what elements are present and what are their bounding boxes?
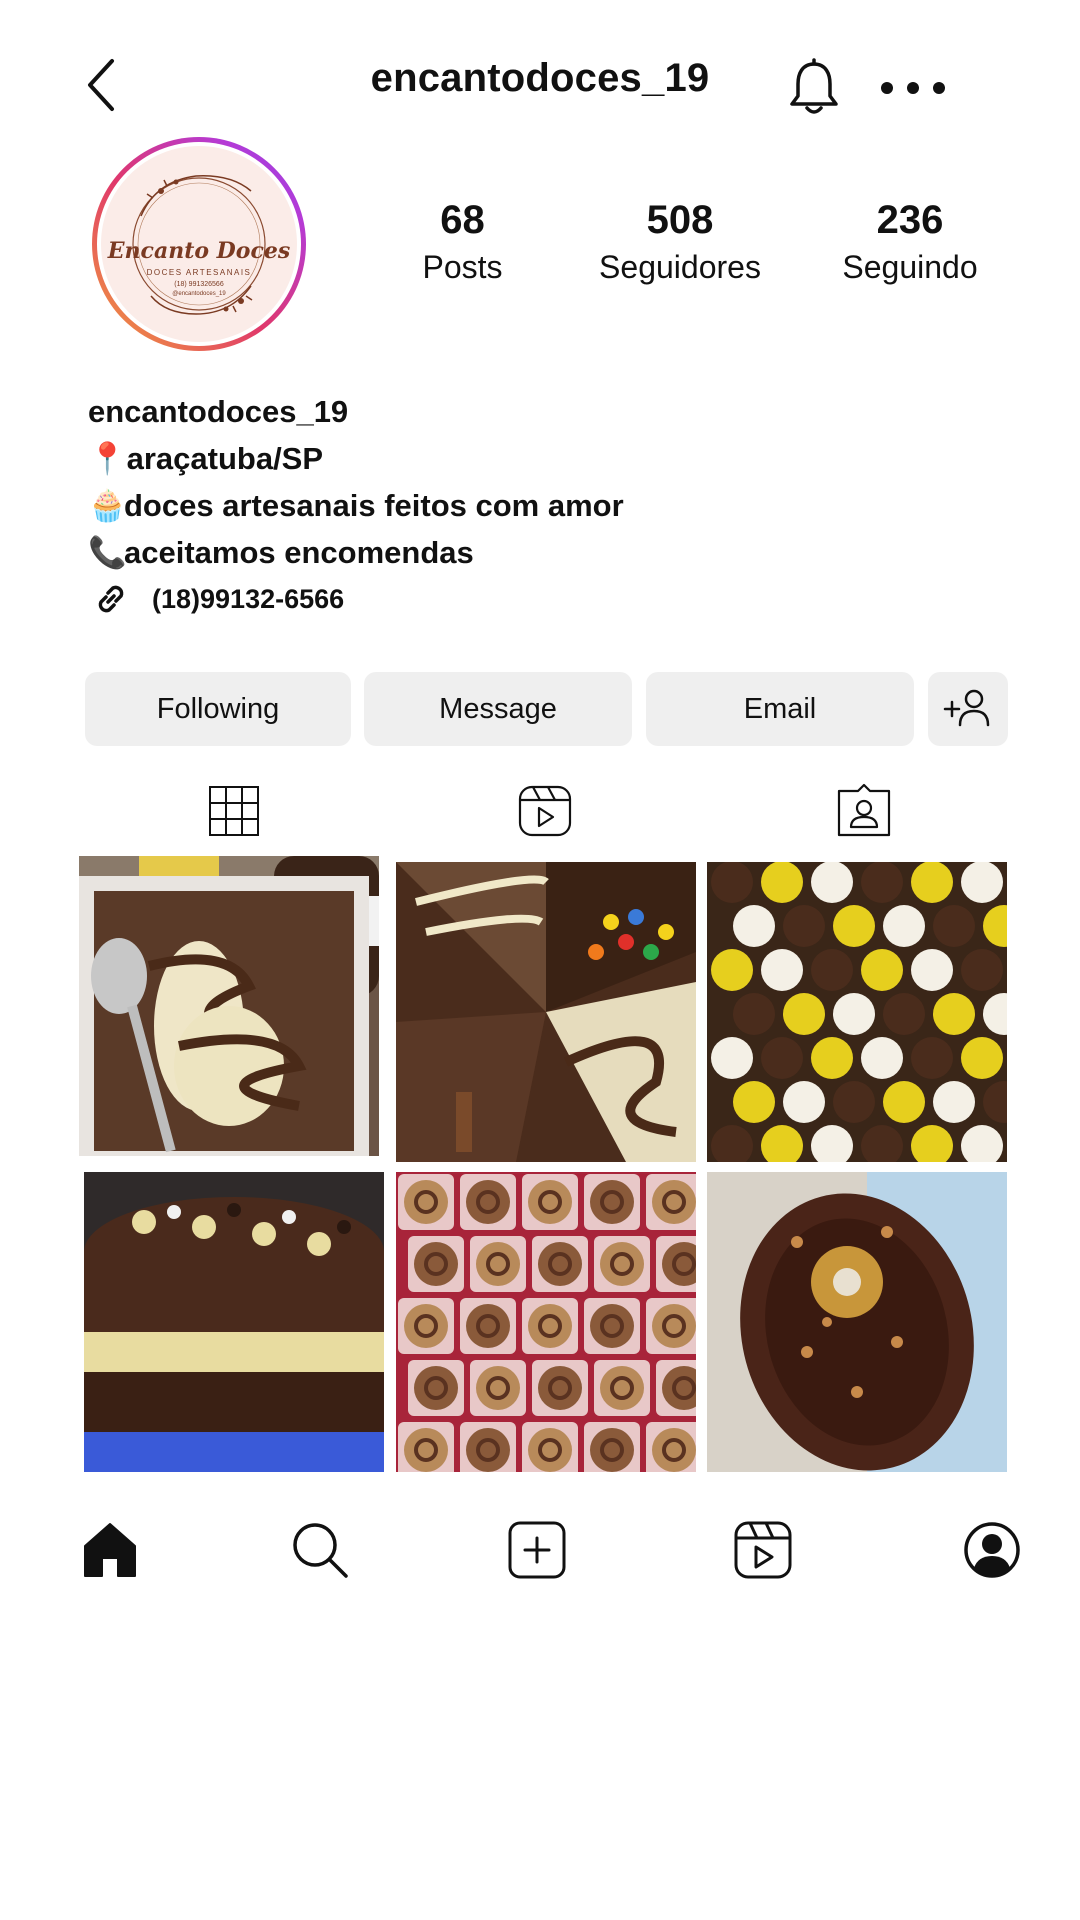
profile-screen: encantodoces_19 Encanto Doces DOCES ARTE… bbox=[0, 0, 1080, 1920]
stat-followers[interactable]: 508 Seguidores bbox=[585, 197, 775, 291]
chocolate-egg-photo bbox=[707, 1172, 1007, 1472]
link-icon bbox=[98, 585, 124, 613]
grid-icon bbox=[209, 786, 259, 836]
layer-cake-photo bbox=[84, 1172, 384, 1472]
tab-grid[interactable] bbox=[204, 783, 264, 839]
logo-handle: @encantodoces_19 bbox=[172, 291, 226, 297]
post-thumbnail[interactable] bbox=[707, 1172, 1007, 1472]
logo-title: Encanto Doces bbox=[107, 238, 291, 264]
email-button[interactable]: Email bbox=[646, 672, 914, 746]
following-label: Seguindo bbox=[842, 249, 978, 285]
reels-icon bbox=[518, 785, 572, 837]
chocolate-roses-photo bbox=[396, 1172, 696, 1472]
bio-link[interactable]: (18)99132-6566 bbox=[88, 580, 988, 618]
following-count: 236 bbox=[876, 198, 944, 242]
avatar[interactable]: Encanto Doces DOCES ARTESANAIS (18) 9913… bbox=[92, 137, 306, 351]
add-user-button[interactable] bbox=[928, 672, 1008, 746]
tab-tagged[interactable] bbox=[834, 783, 894, 839]
nav-new-post[interactable] bbox=[507, 1520, 567, 1580]
reels-icon bbox=[734, 1521, 792, 1579]
bell-icon[interactable] bbox=[786, 58, 842, 118]
search-icon bbox=[293, 1523, 348, 1578]
post-thumbnail[interactable] bbox=[84, 1172, 384, 1472]
post-thumbnail[interactable] bbox=[396, 862, 696, 1162]
posts-label: Posts bbox=[422, 249, 503, 285]
bio-location-text: araçatuba/SP bbox=[126, 441, 324, 476]
posts-count: 68 bbox=[440, 198, 485, 242]
bio-line-orders: 📞aceitamos encomendas bbox=[88, 529, 988, 576]
stat-posts[interactable]: 68 Posts bbox=[400, 197, 525, 291]
home-icon bbox=[84, 1523, 136, 1577]
tab-reels[interactable] bbox=[515, 783, 575, 839]
nav-reels[interactable] bbox=[733, 1520, 793, 1580]
message-button[interactable]: Message bbox=[364, 672, 632, 746]
stat-following[interactable]: 236 Seguindo bbox=[820, 197, 1000, 291]
bio: encantodoces_19 📍araçatuba/SP 🧁doces art… bbox=[88, 388, 988, 618]
profile-icon bbox=[964, 1522, 1020, 1578]
bio-line-description: 🧁doces artesanais feitos com amor bbox=[88, 482, 988, 529]
add-user-icon bbox=[943, 689, 990, 727]
tagged-icon bbox=[837, 783, 891, 837]
bio-location: 📍araçatuba/SP bbox=[88, 435, 988, 482]
followers-label: Seguidores bbox=[599, 249, 761, 285]
post-thumbnail[interactable] bbox=[707, 862, 1007, 1162]
pin-icon: 📍 bbox=[88, 441, 127, 476]
bio-link-text: (18)99132-6566 bbox=[152, 583, 345, 614]
top-bar: encantodoces_19 bbox=[0, 0, 1080, 150]
avatar-logo: Encanto Doces DOCES ARTESANAIS (18) 9913… bbox=[101, 146, 297, 342]
bio-orders-text: aceitamos encomendas bbox=[124, 535, 474, 570]
post-thumbnail[interactable] bbox=[396, 1172, 696, 1472]
followers-count: 508 bbox=[646, 198, 714, 242]
cupcake-icon: 🧁 bbox=[88, 488, 127, 523]
bio-name: encantodoces_19 bbox=[88, 394, 349, 429]
brigadeiros-photo bbox=[707, 862, 1007, 1162]
logo-subtitle: DOCES ARTESANAIS bbox=[146, 268, 252, 277]
dessert-box-photo bbox=[79, 856, 379, 1156]
new-post-icon bbox=[508, 1521, 566, 1579]
more-options-icon[interactable] bbox=[878, 76, 948, 100]
bio-description-text: doces artesanais feitos com amor bbox=[124, 488, 624, 523]
phone-icon: 📞 bbox=[88, 535, 127, 570]
following-button[interactable]: Following bbox=[85, 672, 351, 746]
post-thumbnail[interactable] bbox=[79, 856, 379, 1156]
nav-profile[interactable] bbox=[962, 1520, 1022, 1580]
nav-home[interactable] bbox=[80, 1520, 140, 1580]
logo-phone: (18) 991326566 bbox=[174, 281, 224, 288]
nav-search[interactable] bbox=[290, 1520, 350, 1580]
chocolate-pie-photo bbox=[396, 862, 696, 1162]
